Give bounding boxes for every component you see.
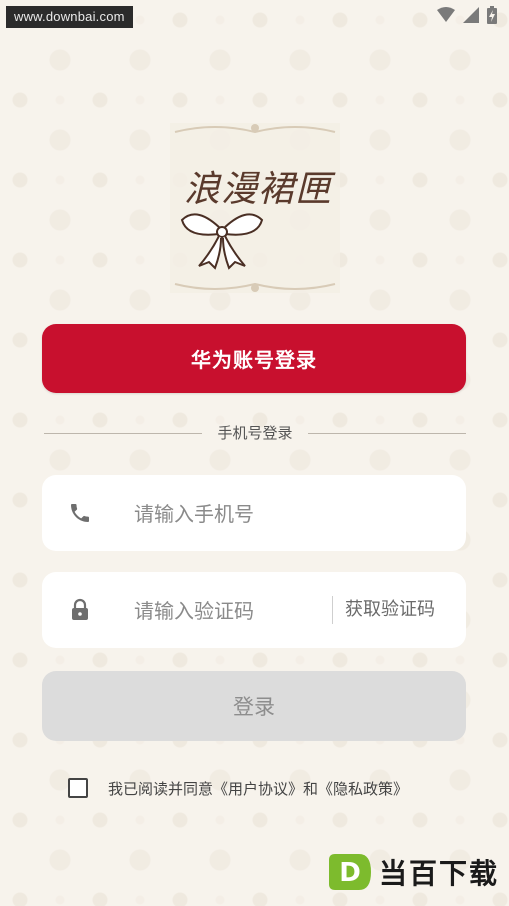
get-code-button[interactable]: 获取验证码 [338,596,442,624]
phone-field[interactable] [42,475,466,551]
verification-code-field[interactable]: 获取验证码 [42,572,466,648]
watermark-url: www.downbai.com [6,6,133,28]
phone-input[interactable] [132,493,436,535]
brand-text: 当百下载 [378,857,499,890]
login-label: 登录 [233,695,275,719]
brand-logo-letter: D [339,858,361,888]
huawei-login-label: 华为账号登录 [191,348,317,372]
login-button[interactable]: 登录 [42,671,466,741]
battery-icon [487,6,497,24]
huawei-login-button[interactable]: 华为账号登录 [42,324,466,393]
wifi-icon [437,7,455,23]
brand-logo-icon: D [328,854,371,890]
verification-code-input[interactable] [132,590,326,632]
code-separator [332,596,333,624]
divider-line-right [308,433,466,434]
agreement-row: 我已阅读并同意《用户协议》和《隐私政策》 [68,776,408,800]
status-icons [437,6,497,24]
agreement-checkbox[interactable] [68,778,88,798]
phone-login-divider: 手机号登录 [44,423,466,443]
bow-icon [177,200,267,274]
lock-icon [68,598,92,622]
phone-icon [68,501,92,525]
corner-brand: D 当百下载 [327,852,499,892]
agreement-text[interactable]: 我已阅读并同意《用户协议》和《隐私政策》 [108,778,408,799]
app-logo: 浪漫裙匣 [165,118,345,298]
signal-icon [463,7,479,23]
